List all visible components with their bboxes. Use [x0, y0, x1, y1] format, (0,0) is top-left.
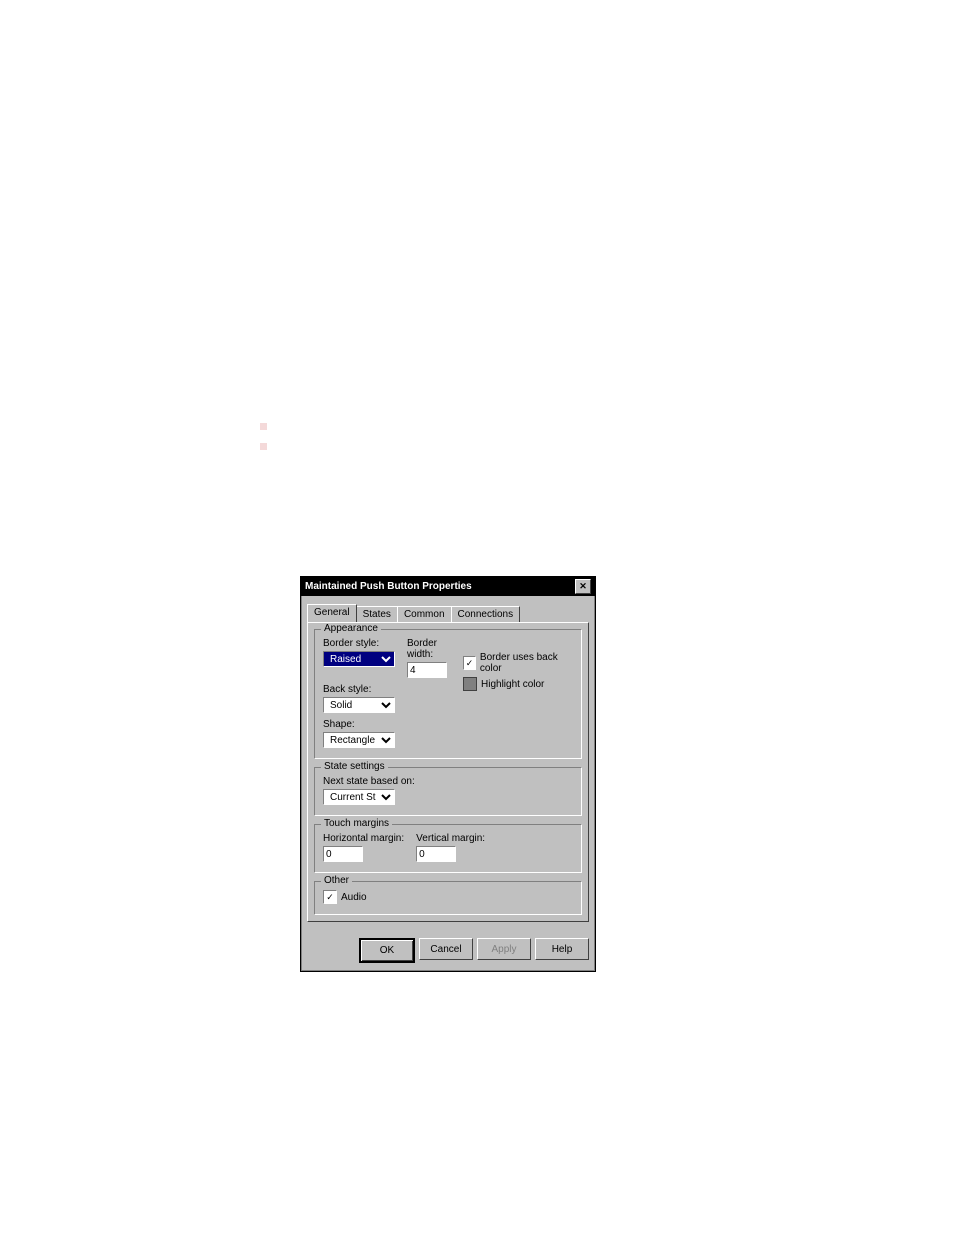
audio-label: Audio [341, 892, 367, 903]
bullet-item [260, 420, 760, 430]
shape-select[interactable]: Rectangle [323, 732, 395, 748]
audio-checkbox[interactable]: ✓ Audio [323, 890, 573, 904]
back-style-label: Back style: [323, 684, 451, 695]
tab-connections[interactable]: Connections [451, 606, 521, 622]
checkbox-icon: ✓ [323, 890, 337, 904]
bullet-icon [260, 423, 267, 430]
group-state-settings: State settings Next state based on: Curr… [314, 767, 582, 816]
highlight-color-label: Highlight color [481, 679, 544, 690]
vertical-margin-input[interactable] [416, 846, 456, 862]
group-other: Other ✓ Audio [314, 881, 582, 915]
group-touch-margins: Touch margins Horizontal margin: Vertica… [314, 824, 582, 873]
group-appearance: Appearance Border style: Raised Border [314, 629, 582, 759]
next-state-label: Next state based on: [323, 776, 573, 787]
tab-strip: General States Common Connections [307, 604, 589, 622]
group-label: Touch margins [321, 818, 392, 829]
help-button[interactable]: Help [535, 938, 589, 960]
background-document-fragment [260, 420, 760, 460]
group-label: State settings [321, 761, 388, 772]
properties-dialog: Maintained Push Button Properties ✕ Gene… [300, 576, 596, 972]
shape-label: Shape: [323, 719, 451, 730]
dialog-body: General States Common Connections Appear… [301, 596, 595, 932]
next-state-select[interactable]: Current State [323, 789, 395, 805]
close-icon[interactable]: ✕ [575, 579, 591, 594]
ok-button[interactable]: OK [359, 938, 415, 963]
dialog-button-row: OK Cancel Apply Help [301, 932, 595, 971]
border-width-label: Border width: [407, 638, 451, 660]
horizontal-margin-label: Horizontal margin: [323, 833, 404, 844]
border-style-label: Border style: [323, 638, 395, 649]
dialog-title: Maintained Push Button Properties [305, 581, 472, 592]
back-style-select[interactable]: Solid [323, 697, 395, 713]
cancel-button[interactable]: Cancel [419, 938, 473, 960]
border-width-input[interactable] [407, 662, 447, 678]
checkbox-icon: ✓ [463, 656, 476, 670]
border-uses-back-label: Border uses back color [480, 652, 573, 674]
group-label: Appearance [321, 623, 381, 634]
color-swatch-icon [463, 677, 477, 691]
horizontal-margin-input[interactable] [323, 846, 363, 862]
tab-general[interactable]: General [307, 604, 357, 622]
border-uses-back-checkbox[interactable]: ✓ Border uses back color [463, 652, 573, 674]
dialog-titlebar[interactable]: Maintained Push Button Properties ✕ [301, 577, 595, 596]
highlight-color-button[interactable]: Highlight color [463, 677, 573, 691]
bullet-item [260, 440, 760, 450]
vertical-margin-label: Vertical margin: [416, 833, 485, 844]
apply-button[interactable]: Apply [477, 938, 531, 960]
tab-states[interactable]: States [356, 606, 398, 622]
border-style-select[interactable]: Raised [323, 651, 395, 667]
tab-common[interactable]: Common [397, 606, 452, 622]
tab-panel-general: Appearance Border style: Raised Border [307, 622, 589, 922]
group-label: Other [321, 875, 352, 886]
bullet-icon [260, 443, 267, 450]
